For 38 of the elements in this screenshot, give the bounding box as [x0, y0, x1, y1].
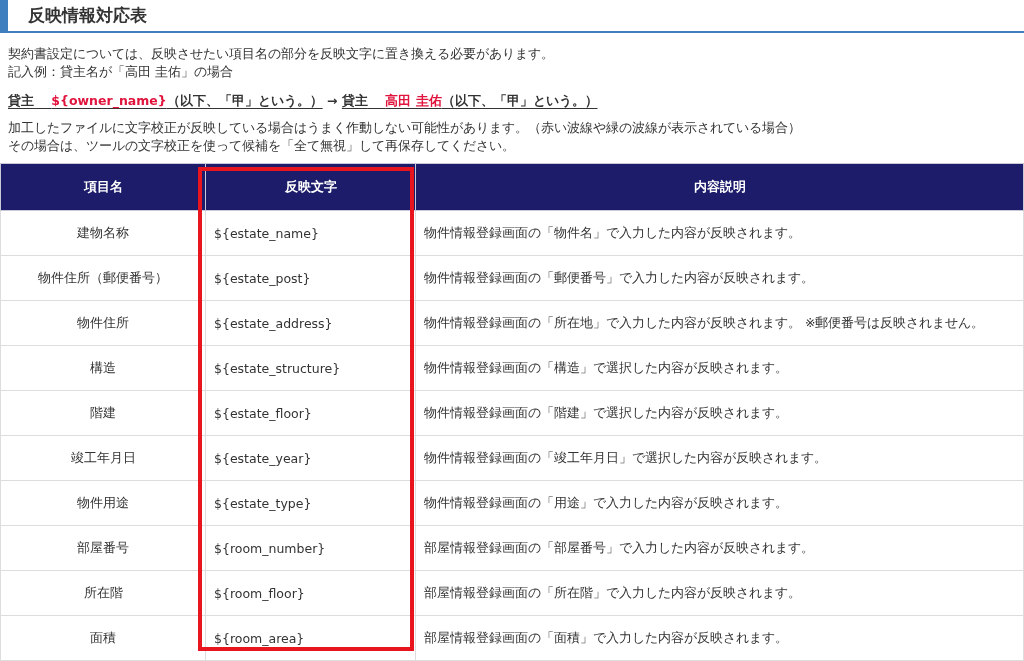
table-cell: 物件情報登録画面の「物件名」で入力した内容が反映されます。	[415, 210, 1024, 256]
table-cell: 建物名称	[0, 210, 206, 256]
column-header: 内容説明	[415, 163, 1024, 211]
table-cell: 面積	[0, 615, 206, 661]
section-heading: 反映情報対応表	[0, 0, 1024, 33]
example-line: 貸主 ${owner_name}（以下、「甲」という。） → 貸主 高田 圭佑（以下、「甲」という。）	[8, 92, 599, 111]
table-cell: ${room_floor}	[205, 570, 416, 616]
note-text: その場合は、ツールの文字校正を使って候補を「全て無視」して再保存してください。	[8, 137, 516, 155]
intro-text: 記入例：貸主名が「高田 圭佑」の場合	[8, 63, 234, 81]
table-cell: ${estate_structure}	[205, 345, 416, 391]
table-cell: 部屋番号	[0, 525, 206, 571]
table-cell: 物件情報登録画面の「竣工年月日」で選択した内容が反映されます。	[415, 435, 1024, 481]
table-cell: 部屋情報登録画面の「所在階」で入力した内容が反映されます。	[415, 570, 1024, 616]
table-cell: 物件情報登録画面の「構造」で選択した内容が反映されます。	[415, 345, 1024, 391]
note-text: 加工したファイルに文字校正が反映している場合はうまく作動しない可能性があります。（赤い波線や緑の波線が表示されている場合）	[8, 119, 802, 137]
table-cell: 構造	[0, 345, 206, 391]
table-cell: ${estate_post}	[205, 255, 416, 301]
table-cell: ${estate_floor}	[205, 390, 416, 436]
table-cell: 物件情報登録画面の「用途」で入力した内容が反映されます。	[415, 480, 1024, 526]
table-cell: ${room_area}	[205, 615, 416, 661]
table-cell: 物件情報登録画面の「階建」で選択した内容が反映されます。	[415, 390, 1024, 436]
table-cell: 物件住所	[0, 300, 206, 346]
table-cell: ${estate_name}	[205, 210, 416, 256]
table-cell: 階建	[0, 390, 206, 436]
table-cell: ${room_number}	[205, 525, 416, 571]
intro-text: 契約書設定については、反映させたい項目名の部分を反映文字に置き換える必要があります。	[8, 45, 555, 63]
table-cell: 物件情報登録画面の「郵便番号」で入力した内容が反映されます。	[415, 255, 1024, 301]
table-cell: 部屋情報登録画面の「部屋番号」で入力した内容が反映されます。	[415, 525, 1024, 571]
table-cell: ${estate_year}	[205, 435, 416, 481]
table-cell: 物件住所（郵便番号）	[0, 255, 206, 301]
table-cell: 所在階	[0, 570, 206, 616]
table-cell: ${estate_address}	[205, 300, 416, 346]
table-cell: 物件情報登録画面の「所在地」で入力した内容が反映されます。 ※郵便番号は反映されません。	[415, 300, 1024, 346]
column-header: 項目名	[0, 163, 206, 211]
table-cell: 竣工年月日	[0, 435, 206, 481]
table-cell: ${estate_type}	[205, 480, 416, 526]
table-cell: 物件用途	[0, 480, 206, 526]
table-cell: 部屋情報登録画面の「面積」で入力した内容が反映されます。	[415, 615, 1024, 661]
